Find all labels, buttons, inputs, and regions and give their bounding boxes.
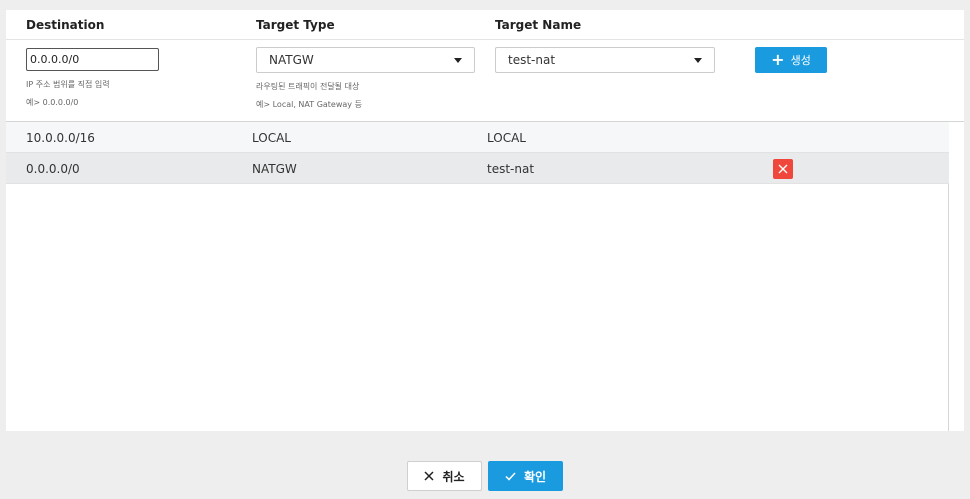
delete-route-button[interactable] bbox=[773, 159, 793, 179]
column-target-type: Target Type bbox=[256, 18, 335, 32]
chevron-down-icon bbox=[694, 58, 702, 63]
target-type-example: 예> Local, NAT Gateway 등 bbox=[256, 100, 362, 109]
create-button[interactable]: + 생성 bbox=[755, 47, 827, 73]
table-row: 0.0.0.0/0 NATGW test-nat bbox=[6, 153, 949, 184]
route-target-type: LOCAL bbox=[252, 131, 291, 145]
route-target-type: NATGW bbox=[252, 162, 297, 176]
close-icon bbox=[424, 471, 434, 481]
target-type-hint: 라우팅된 트래픽이 전달될 대상 bbox=[256, 82, 360, 91]
plus-icon: + bbox=[771, 50, 785, 69]
destination-example: 예> 0.0.0.0/0 bbox=[26, 98, 79, 107]
check-icon bbox=[505, 471, 516, 481]
table-row: 10.0.0.0/16 LOCAL LOCAL bbox=[6, 122, 949, 153]
destination-hint: IP 주소 범위를 직접 입력 bbox=[26, 80, 110, 89]
route-table-panel: Destination Target Type Target Name IP 주… bbox=[6, 10, 964, 431]
target-type-value: NATGW bbox=[269, 53, 314, 67]
column-target-name: Target Name bbox=[495, 18, 582, 32]
chevron-down-icon bbox=[454, 58, 462, 63]
target-name-value: test-nat bbox=[508, 53, 556, 67]
confirm-button[interactable]: 확인 bbox=[488, 461, 563, 491]
close-icon bbox=[778, 164, 788, 174]
route-list: 10.0.0.0/16 LOCAL LOCAL 0.0.0.0/0 NATGW … bbox=[6, 122, 949, 431]
route-destination: 0.0.0.0/0 bbox=[26, 162, 80, 176]
add-route-form: IP 주소 범위를 직접 입력 예> 0.0.0.0/0 NATGW 라우팅된 … bbox=[6, 40, 964, 122]
confirm-button-label: 확인 bbox=[523, 469, 547, 484]
create-button-label: 생성 bbox=[790, 54, 811, 67]
destination-input[interactable] bbox=[26, 48, 159, 71]
cancel-button-label: 취소 bbox=[442, 469, 465, 484]
route-target-name: LOCAL bbox=[487, 131, 526, 145]
column-destination: Destination bbox=[26, 18, 105, 32]
target-type-select[interactable]: NATGW bbox=[256, 47, 475, 73]
column-header-row: Destination Target Type Target Name bbox=[6, 10, 964, 40]
cancel-button[interactable]: 취소 bbox=[407, 461, 482, 491]
route-target-name: test-nat bbox=[487, 162, 535, 176]
target-name-select[interactable]: test-nat bbox=[495, 47, 715, 73]
route-destination: 10.0.0.0/16 bbox=[26, 131, 95, 145]
